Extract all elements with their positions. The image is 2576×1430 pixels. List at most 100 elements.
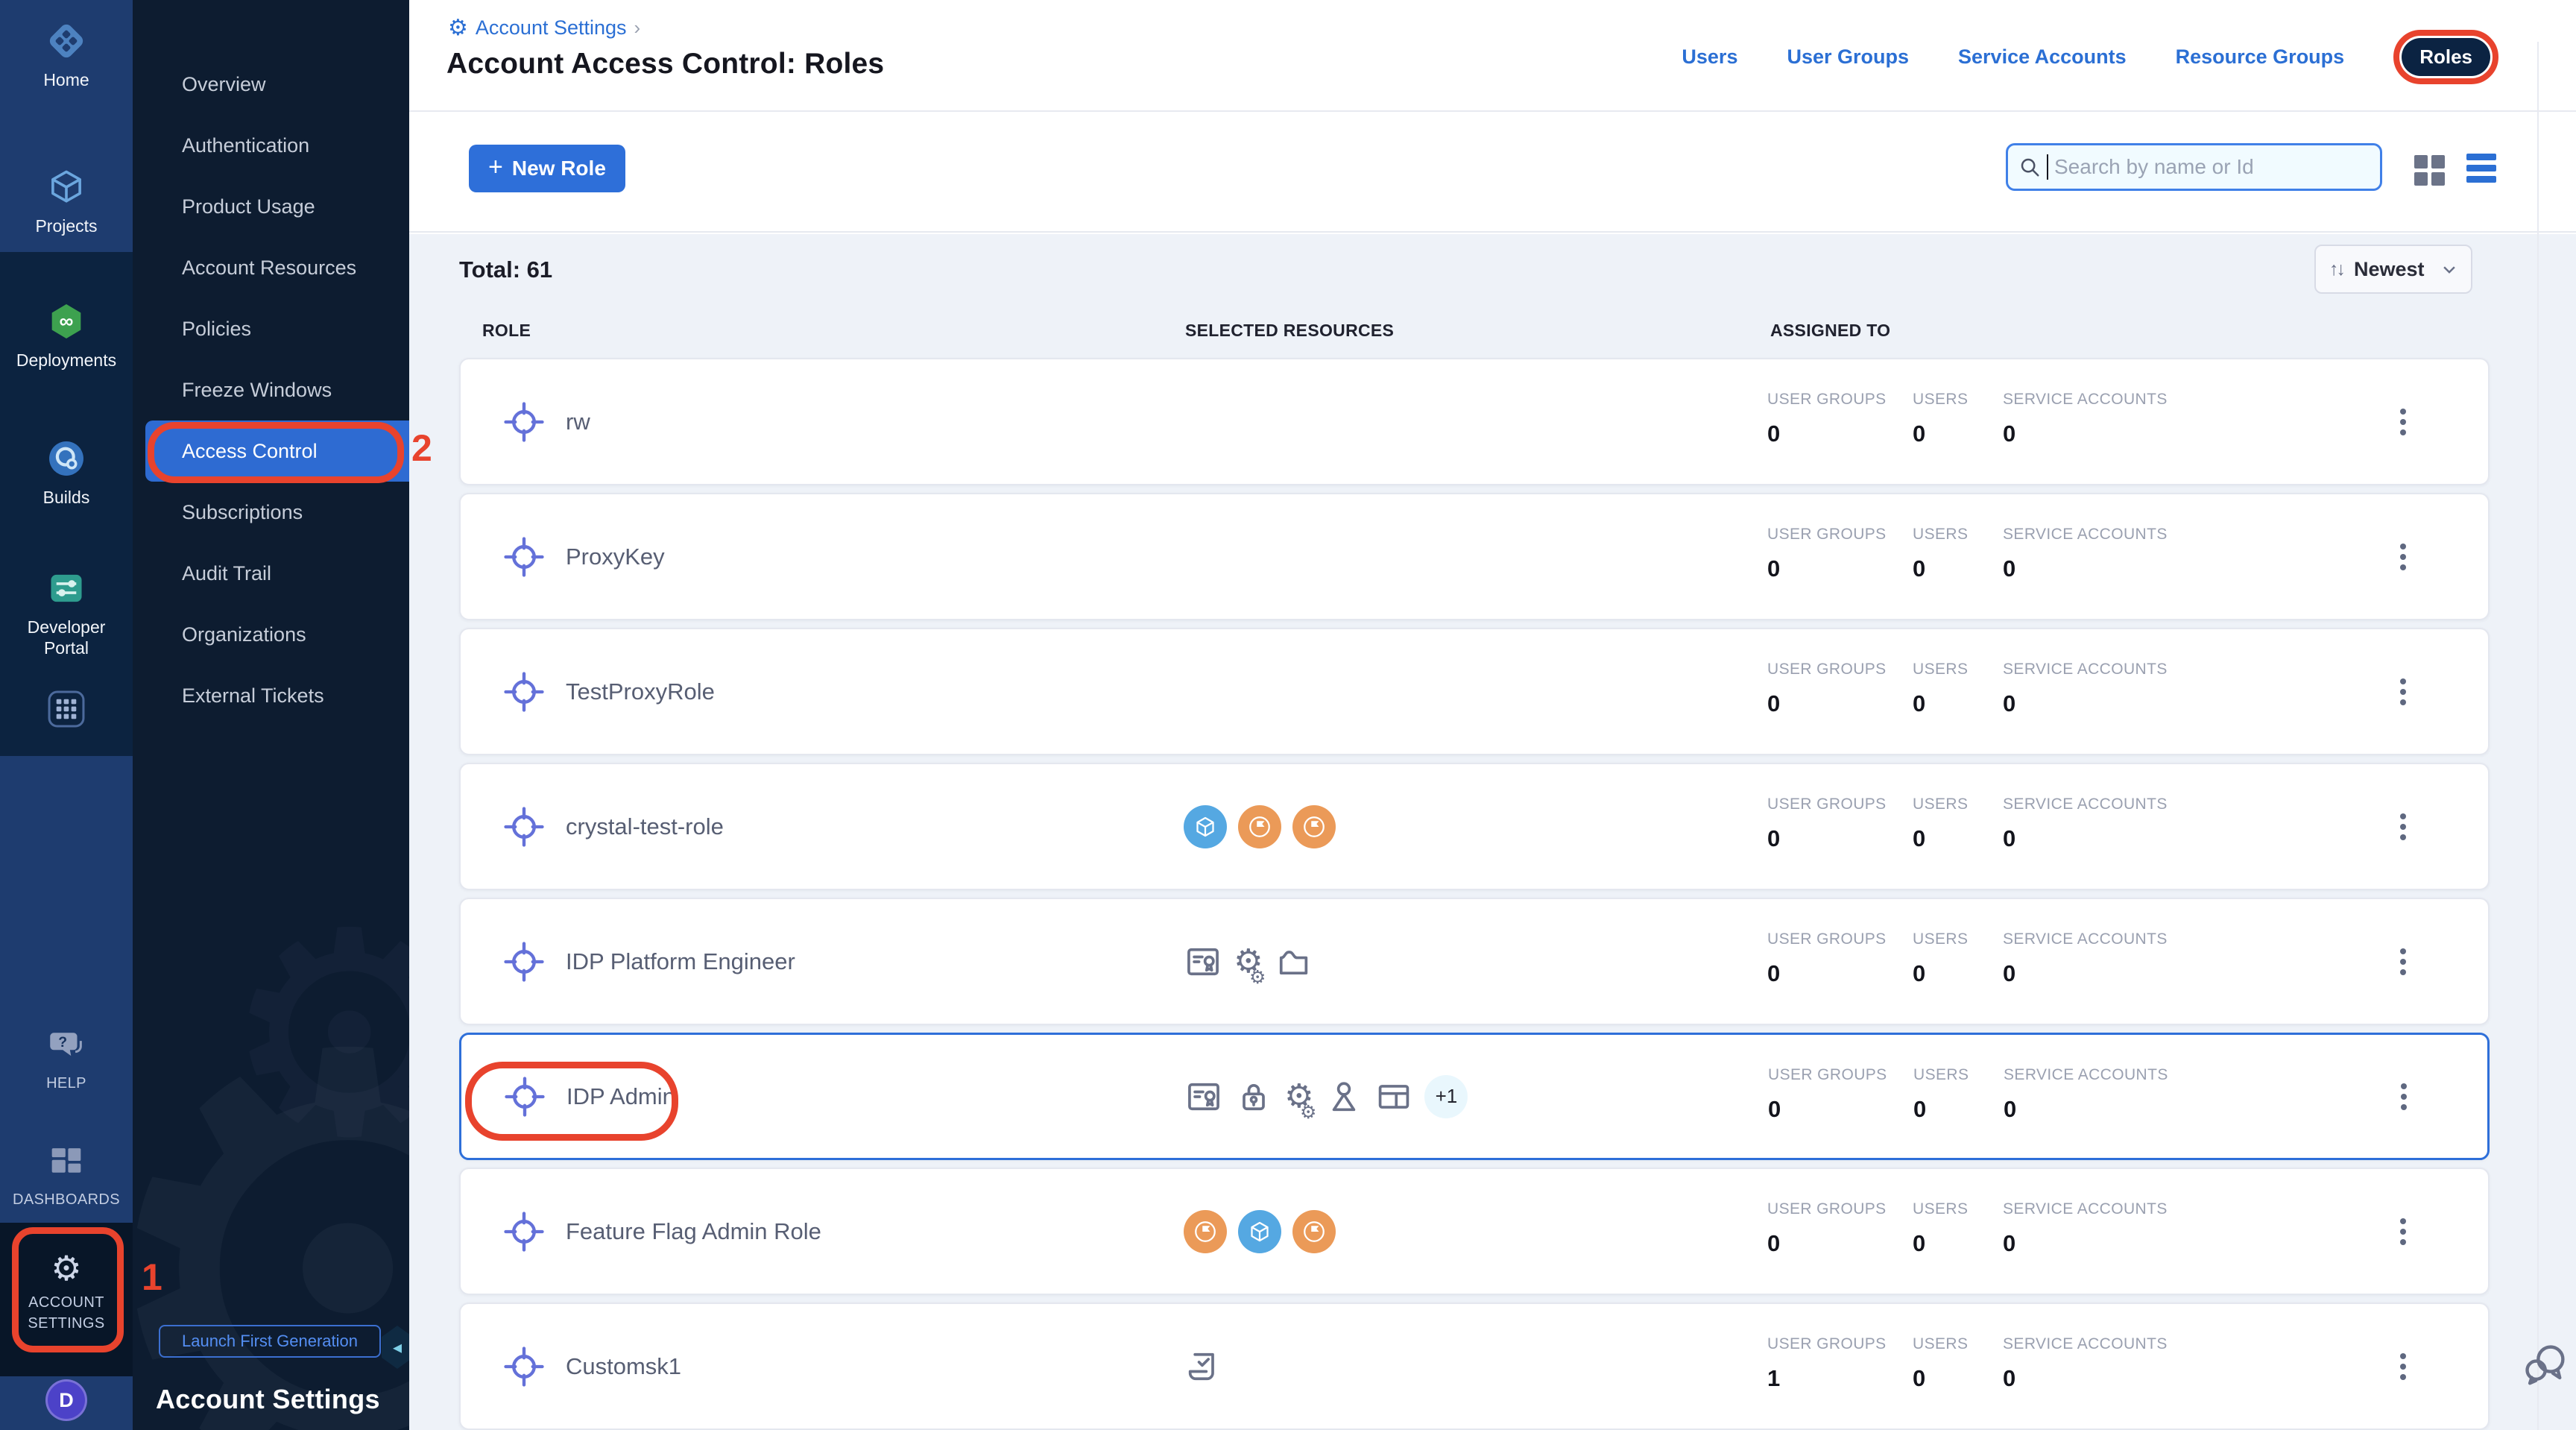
layout-icon [1374, 1077, 1413, 1116]
rail-item-label: Projects [35, 215, 97, 236]
page-title: Account Access Control: Roles [446, 48, 884, 81]
breadcrumb[interactable]: ⚙ Account Settings › [448, 16, 640, 40]
rail-item-module-picker[interactable] [0, 687, 133, 731]
developer-portal-icon [45, 567, 88, 610]
tab-service-accounts[interactable]: Service Accounts [1958, 45, 2127, 69]
chat-bubbles-icon[interactable] [2521, 1338, 2570, 1391]
role-name[interactable]: crystal-test-role [566, 813, 724, 840]
stat-service-accounts: SERVICE ACCOUNTS0 [2003, 930, 2168, 987]
role-row-rw[interactable]: rwUSER GROUPS0USERS0SERVICE ACCOUNTS0 [459, 358, 2490, 485]
lock-icon [1234, 1077, 1273, 1116]
sidebar-footer-title: Account Settings [156, 1384, 380, 1415]
role-name[interactable]: TestProxyRole [566, 678, 715, 705]
gear-icon: ⚙ [448, 17, 468, 40]
settings-nav-audit-trail[interactable]: Audit Trail [133, 543, 409, 604]
dashboards-icon [45, 1139, 88, 1182]
sort-dropdown[interactable]: ↑↓ Newest [2314, 245, 2472, 294]
text-caret [2047, 154, 2048, 180]
settings-nav-authentication[interactable]: Authentication [133, 115, 409, 176]
rail-item-builds[interactable]: Builds [0, 437, 133, 508]
deployments-icon: ∞ [45, 300, 88, 343]
flag-orange-icon [1292, 805, 1336, 848]
certificate-icon [1184, 1077, 1223, 1116]
role-row-customsk1[interactable]: Customsk1USER GROUPS1USERS0SERVICE ACCOU… [459, 1303, 2490, 1430]
tab-users[interactable]: Users [1682, 45, 1737, 69]
grid-view-button[interactable] [2414, 155, 2445, 186]
stat-user-groups: USER GROUPS0 [1767, 526, 1887, 582]
settings-nav-subscriptions[interactable]: Subscriptions [133, 482, 409, 543]
launch-first-generation-button[interactable]: Launch First Generation [159, 1325, 381, 1358]
user-avatar[interactable]: D [45, 1379, 87, 1421]
rail-item-label: Home [43, 69, 89, 90]
person-icon [1325, 1077, 1363, 1116]
page-header: ⚙ Account Settings › Account Access Cont… [409, 0, 2576, 112]
roles-rows: rw USER GROUPS0 USERS0 SERVICE ACCOUNTS0 Pro… [459, 358, 2490, 1430]
tab-user-groups[interactable]: User Groups [1787, 45, 1909, 69]
role-crosshair-icon [503, 1075, 546, 1118]
rail-item-dashboards[interactable]: DASHBOARDS [0, 1139, 133, 1210]
settings-nav-external-tickets[interactable]: External Tickets [133, 665, 409, 726]
row-menu-button[interactable] [2393, 536, 2414, 578]
settings-nav-access-control[interactable]: Access Control [145, 421, 409, 482]
column-assigned-to: ASSIGNED TO [1770, 321, 1890, 341]
search-box[interactable] [2006, 143, 2382, 191]
rail-item-label: DASHBOARDS [13, 1189, 120, 1210]
main-content: ⚙ Account Settings › Account Access Cont… [409, 0, 2576, 1430]
flag-orange-icon [1238, 805, 1281, 848]
rail-item-help[interactable]: ? HELP [0, 1023, 133, 1094]
role-row-feature-flag-admin-role[interactable]: Feature Flag Admin RoleUSER GROUPS0USERS… [459, 1168, 2490, 1295]
role-row-idp-admin[interactable]: IDP Admin⚙⚙+1USER GROUPS0USERS0SERVICE A… [459, 1033, 2490, 1160]
sidebar-collapse-button[interactable]: ◂ [382, 1326, 409, 1369]
role-row-testproxyrole[interactable]: TestProxyRoleUSER GROUPS0USERS0SERVICE A… [459, 628, 2490, 755]
plus-icon: + [488, 153, 503, 182]
rail-item-home[interactable]: Home [0, 19, 133, 90]
stat-users: USERS0 [1913, 796, 1968, 852]
role-name[interactable]: ProxyKey [566, 544, 665, 570]
role-row-crystal-test-role[interactable]: crystal-test-roleUSER GROUPS0USERS0SERVI… [459, 763, 2490, 890]
rail-item-label: Builds [43, 487, 90, 508]
settings-sidebar: ⚙ ⚙ OverviewAuthenticationProduct UsageA… [133, 0, 409, 1430]
breadcrumb-link[interactable]: Account Settings [476, 16, 627, 40]
row-menu-button[interactable] [2393, 671, 2414, 713]
search-icon [2018, 156, 2041, 178]
row-menu-button[interactable] [2393, 806, 2414, 848]
settings-nav-organizations[interactable]: Organizations [133, 604, 409, 665]
role-row-idp-platform-engineer[interactable]: IDP Platform Engineer⚙⚙USER GROUPS0USERS… [459, 898, 2490, 1025]
tab-resource-groups[interactable]: Resource Groups [2176, 45, 2345, 69]
resources-overflow-badge: +1 [1424, 1075, 1468, 1118]
scrollbar-track[interactable] [2537, 42, 2539, 1430]
stat-user-groups: USER GROUPS0 [1767, 391, 1887, 447]
row-menu-button[interactable] [2393, 1346, 2414, 1388]
rail-item-label: HELP [46, 1073, 86, 1094]
settings-nav-overview[interactable]: Overview [133, 54, 409, 115]
rail-item-deployments[interactable]: ∞Deployments [0, 300, 133, 371]
rail-item-developer-portal[interactable]: Developer Portal [0, 567, 133, 658]
scroll-check-icon [1184, 1347, 1222, 1386]
row-menu-button[interactable] [2393, 1211, 2414, 1253]
role-name[interactable]: Customsk1 [566, 1353, 681, 1380]
help-icon: ? [45, 1023, 88, 1066]
settings-nav-account-resources[interactable]: Account Resources [133, 237, 409, 298]
row-menu-button[interactable] [2393, 401, 2414, 443]
stat-users: USERS0 [1913, 526, 1968, 582]
role-name[interactable]: Feature Flag Admin Role [566, 1218, 821, 1245]
role-name[interactable]: IDP Admin [566, 1083, 675, 1110]
new-role-button[interactable]: + New Role [469, 145, 625, 192]
role-name[interactable]: IDP Platform Engineer [566, 948, 795, 975]
column-selected-resources: SELECTED RESOURCES [1185, 321, 1394, 341]
role-row-proxykey[interactable]: ProxyKeyUSER GROUPS0USERS0SERVICE ACCOUN… [459, 493, 2490, 620]
tab-roles[interactable]: Roles [2402, 38, 2490, 76]
rail-item-projects[interactable]: Projects [0, 166, 133, 236]
settings-nav-freeze-windows[interactable]: Freeze Windows [133, 359, 409, 421]
search-input[interactable] [2054, 155, 2370, 179]
settings-nav-policies[interactable]: Policies [133, 298, 409, 359]
row-menu-button[interactable] [2393, 1076, 2414, 1118]
row-menu-button[interactable] [2393, 941, 2414, 983]
settings-nav-product-usage[interactable]: Product Usage [133, 176, 409, 237]
collapse-arrow-icon: ◂ [393, 1337, 402, 1358]
role-name[interactable]: rw [566, 409, 590, 435]
rail-item-account-settings[interactable]: ⚙ACCOUNT SETTINGS [0, 1251, 133, 1334]
list-view-button[interactable] [2466, 154, 2496, 183]
stat-users: USERS0 [1913, 661, 1968, 717]
gear-icon: ⚙ [51, 1251, 81, 1285]
